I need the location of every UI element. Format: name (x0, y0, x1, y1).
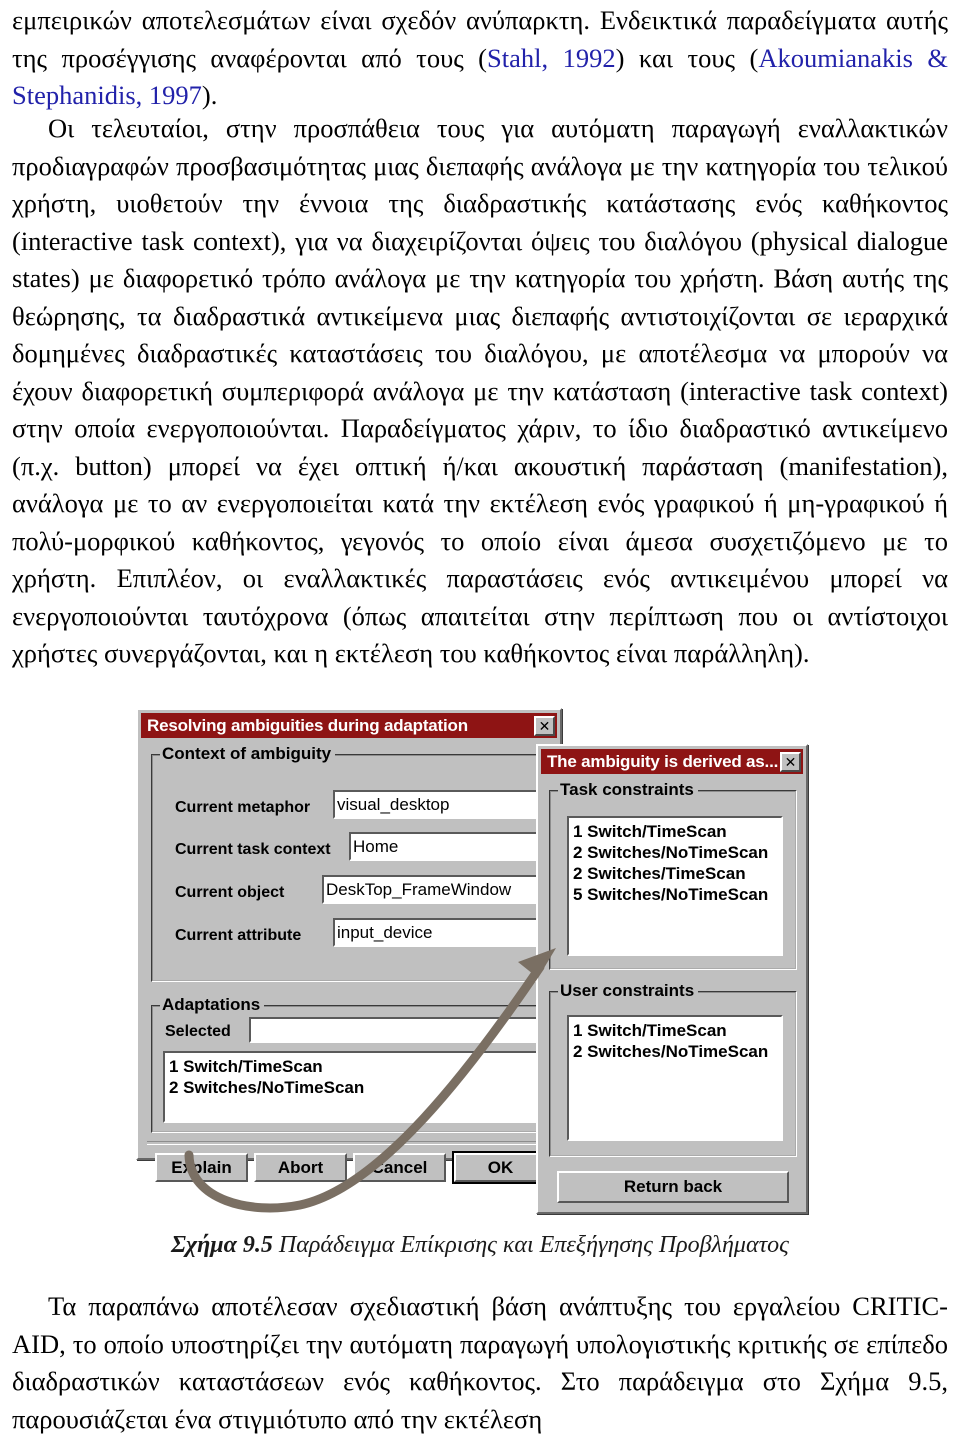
group-context-label: Context of ambiguity (160, 744, 336, 764)
group-task-constraints-label: Task constraints (558, 780, 698, 800)
close-icon[interactable]: ✕ (534, 715, 555, 736)
dialog-resolving-title: Resolving ambiguities during adaptation (147, 715, 468, 735)
listbox-task-constraints[interactable]: 1 Switch/TimeScan 2 Switches/NoTimeScan … (567, 816, 783, 956)
close-icon[interactable]: ✕ (780, 751, 801, 772)
citation-stahl[interactable]: Stahl, 1992 (487, 43, 616, 73)
listbox-adaptations[interactable]: 1 Switch/TimeScan 2 Switches/NoTimeScan (163, 1051, 543, 1123)
ok-button[interactable]: OK (454, 1153, 547, 1182)
dialog-resolving-ambiguities[interactable]: Resolving ambiguities during adaptation … (136, 708, 573, 1182)
button-bar-separator (147, 1141, 555, 1145)
paragraph-main: Οι τελευταίοι, στην προσπάθεια τους για … (12, 113, 948, 668)
paragraph-top: εμπειρικών αποτελεσμάτων είναι σχεδόν αν… (12, 2, 948, 115)
dialog-derived-client: Task constraints 1 Switch/TimeScan 2 Swi… (541, 777, 803, 1209)
label-selected: Selected (165, 1023, 231, 1040)
list-item[interactable]: 1 Switch/TimeScan (573, 1020, 781, 1041)
dialog-ambiguity-derived[interactable]: The ambiguity is derived as... ✕ Task co… (536, 744, 808, 1214)
dialog-resolving-client: Context of ambiguity Current metaphor vi… (141, 741, 573, 1182)
list-item[interactable]: 1 Switch/TimeScan (573, 821, 781, 842)
explain-button[interactable]: Explain (155, 1153, 248, 1182)
label-current-object: Current object (175, 884, 285, 901)
paragraph-top-end: ). (201, 80, 218, 110)
list-item[interactable]: 5 Switches/NoTimeScan (573, 884, 781, 905)
list-item[interactable]: 2 Switches/NoTimeScan (573, 842, 781, 863)
figure-caption: Σχήμα 9.5 Παράδειγμα Επίκρισης και Επεξή… (0, 1232, 960, 1259)
group-user-constraints-label: User constraints (558, 981, 699, 1001)
dialog-resolving-titlebar: Resolving ambiguities during adaptation … (141, 713, 557, 738)
group-context-of-ambiguity: Context of ambiguity Current metaphor vi… (151, 744, 573, 982)
group-adaptations: Adaptations Selected 1 Switch/TimeScan 2… (151, 995, 551, 1133)
return-back-button[interactable]: Return back (557, 1171, 789, 1203)
label-current-task-context: Current task context (175, 841, 331, 858)
group-user-constraints: User constraints 1 Switch/TimeScan 2 Swi… (549, 981, 797, 1157)
abort-button[interactable]: Abort (254, 1153, 347, 1182)
group-task-constraints: Task constraints 1 Switch/TimeScan 2 Swi… (549, 780, 797, 970)
group-adaptations-label: Adaptations (160, 995, 265, 1015)
list-item[interactable]: 2 Switches/TimeScan (573, 863, 781, 884)
list-item[interactable]: 1 Switch/TimeScan (169, 1056, 541, 1077)
cancel-button[interactable]: Cancel (353, 1153, 446, 1182)
list-item[interactable]: 2 Switches/NoTimeScan (169, 1077, 541, 1098)
figure-caption-text: Παράδειγμα Επίκρισης και Επεξήγησης Προβ… (272, 1232, 789, 1258)
field-selected[interactable] (249, 1017, 543, 1043)
paragraph-bottom: Τα παραπάνω αποτέλεσαν σχεδιαστική βάση … (12, 1291, 948, 1434)
dialog-derived-title: The ambiguity is derived as... (547, 751, 779, 771)
label-current-attribute: Current attribute (175, 927, 302, 944)
listbox-user-constraints[interactable]: 1 Switch/TimeScan 2 Switches/NoTimeScan (567, 1015, 783, 1141)
label-current-metaphor: Current metaphor (175, 799, 311, 816)
paragraph-top-middle: ) και τους ( (615, 42, 759, 73)
dialog-derived-titlebar: The ambiguity is derived as... ✕ (541, 749, 803, 774)
document-page: εμπειρικών αποτελεσμάτων είναι σχεδόν αν… (0, 0, 960, 1434)
figure-caption-label: Σχήμα 9.5 (171, 1232, 273, 1258)
list-item[interactable]: 2 Switches/NoTimeScan (573, 1041, 781, 1062)
